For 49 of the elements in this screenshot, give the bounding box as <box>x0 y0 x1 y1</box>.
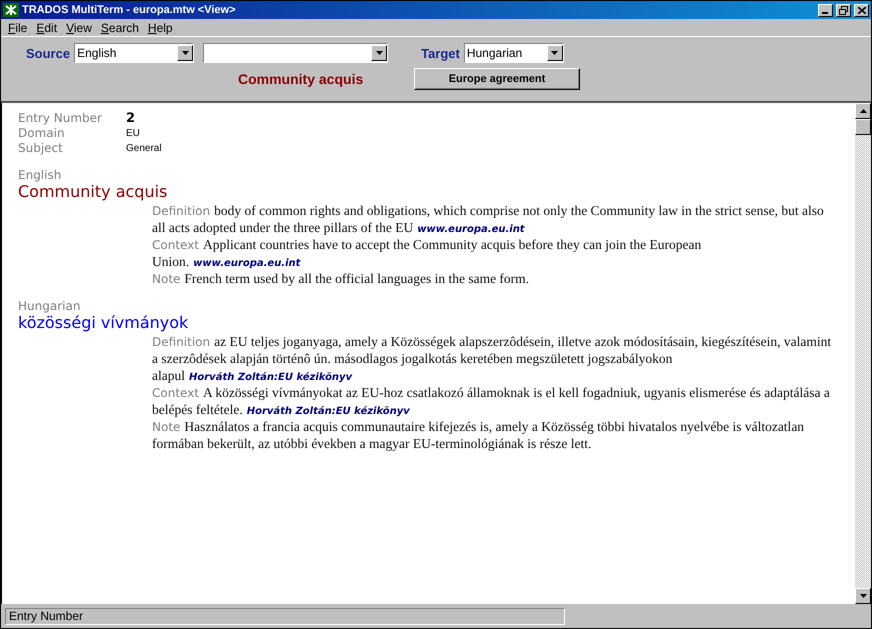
field-label: Subject <box>18 141 64 156</box>
close-button[interactable] <box>854 4 869 16</box>
restore-button[interactable] <box>836 4 851 16</box>
scroll-thumb[interactable] <box>855 119 871 135</box>
language-label: English <box>18 168 62 182</box>
target-label: Target <box>421 46 460 60</box>
source-language-dropdown[interactable]: English <box>74 43 194 63</box>
field-text: Note Használatos a francia acquis communautaire kifejezés is, amely a Közösség többi hivatalos nyelvébe is változatlan formában bekerült, az utóbbi években a magyar EU-terminológiának is része lett. <box>152 418 806 452</box>
scroll-up-button[interactable] <box>855 103 871 119</box>
current-term: Community acquis <box>238 71 364 87</box>
field-value: 2 <box>126 111 136 126</box>
term-heading: Community acquis <box>18 182 168 202</box>
field-value: General <box>126 142 163 156</box>
field-text: Definition az EU teljes joganyaga, amely a Közösségek alapszerzôdésein, illetve azok módosításain, kiegészítésein, valamint a szerzôdések alapján történô ún. másodlagos jogalkotás keretében megszületett jogszabályokon alapul Horváth Zoltán:EU kézikönyv <box>152 333 832 384</box>
up-arrow-icon <box>860 109 866 113</box>
down-arrow-icon <box>860 594 866 598</box>
field-label: Entry Number <box>18 111 103 126</box>
target-language-dropdown[interactable]: Hungarian <box>464 43 564 63</box>
source-link[interactable]: www.europa.eu.int <box>417 224 525 235</box>
dropdown-arrow-icon <box>551 51 558 55</box>
menu-item[interactable]: Search <box>98 20 145 34</box>
window-title: TRADOS MultiTerm - europa.mtw <View> <box>22 4 237 16</box>
search-term-dropdown[interactable] <box>203 43 388 63</box>
term-button[interactable]: Europe agreement <box>414 68 580 90</box>
app-logo-icon <box>3 3 19 17</box>
language-label: Hungarian <box>18 299 82 313</box>
menu-item[interactable]: File <box>5 20 34 34</box>
dropdown-arrow-icon <box>182 51 189 55</box>
field-text: Note French term used by all the official languages in the same form. <box>152 270 530 287</box>
status-text: Entry Number <box>5 608 565 624</box>
menu-item[interactable]: View <box>63 20 98 34</box>
close-icon <box>858 6 866 14</box>
source-link[interactable]: Horváth Zoltán:EU kézikönyv <box>189 372 352 383</box>
vertical-scrollbar[interactable] <box>855 103 871 604</box>
restore-icon <box>839 6 848 14</box>
source-link[interactable]: Horváth Zoltán:EU kézikönyv <box>246 406 410 417</box>
dropdown-arrow-icon <box>376 51 383 55</box>
minimize-button[interactable] <box>818 4 833 16</box>
scroll-down-button[interactable] <box>855 588 871 604</box>
source-label: Source <box>26 46 70 60</box>
field-text: Context Applicant countries have to accept the Community acquis before they can join the European Union. www.europa.eu.int <box>152 236 702 270</box>
menu-item[interactable]: Help <box>144 20 179 34</box>
field-text: Context A közösségi vívmányokat az EU-hoz csatlakozó államoknak is el kell fogadniuk, ugyanis elismerése és adaptálása a belépés feltétele. Horváth Zoltán:EU kézikönyv <box>152 384 831 418</box>
term-heading: közösségi vívmányok <box>18 313 190 333</box>
field-value: EU <box>126 127 141 141</box>
menu-item[interactable]: Edit <box>33 20 64 34</box>
source-link[interactable]: www.europa.eu.int <box>193 258 300 269</box>
field-label: Domain <box>18 126 66 141</box>
field-text: Definition body of common rights and obligations, which comprise not only the Community law in the strict sense, but also all acts adopted under the three pillars of the EU www.europa.eu.int <box>152 202 825 236</box>
